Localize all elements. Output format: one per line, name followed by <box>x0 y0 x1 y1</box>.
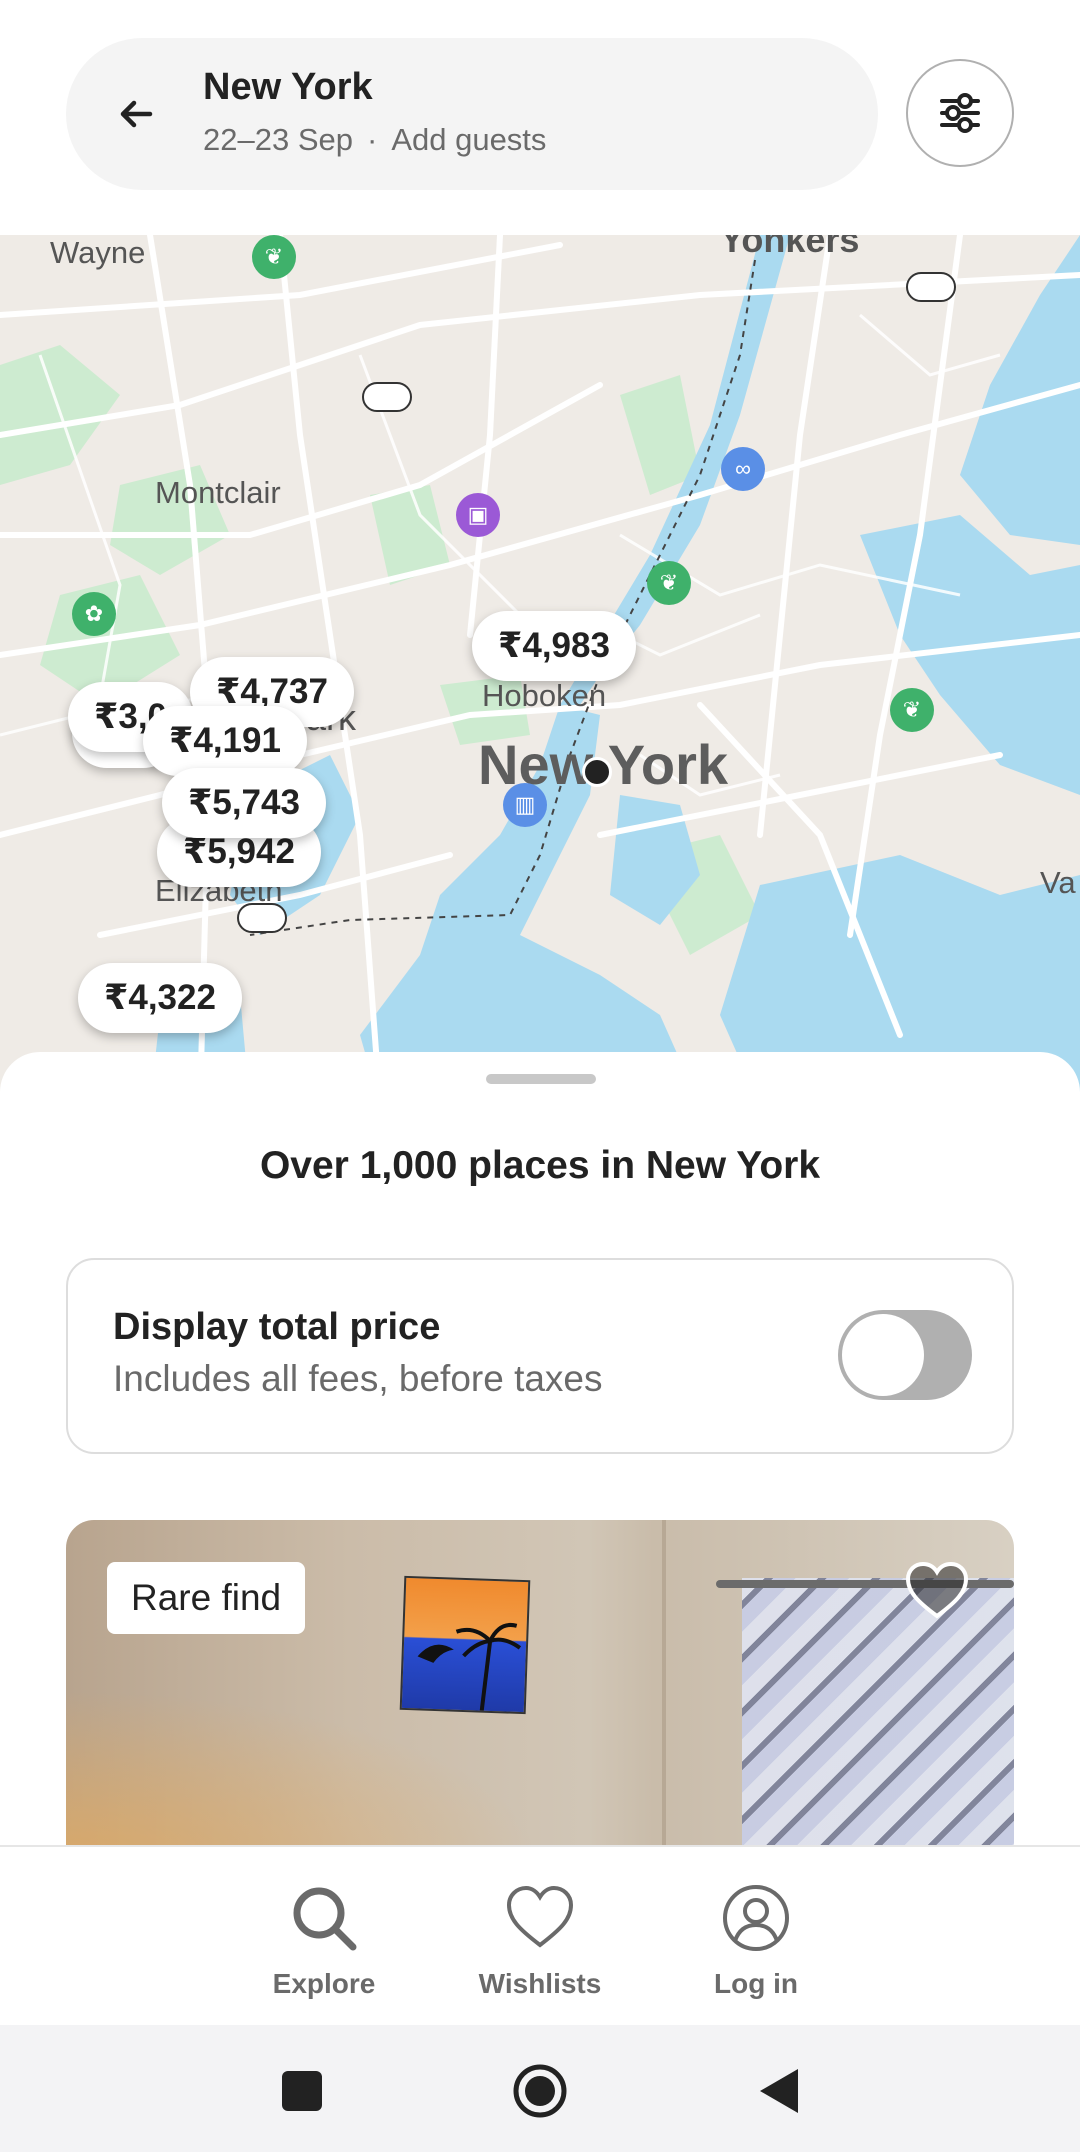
bottom-navigation: Explore Wishlists Log in <box>0 1845 1080 2025</box>
back-button[interactable] <box>110 88 162 140</box>
square-icon <box>282 2071 322 2111</box>
paw-icon[interactable]: ✿ <box>72 592 116 636</box>
rare-find-badge: Rare find <box>107 1562 306 1634</box>
park-icon[interactable]: ❦ <box>890 688 934 732</box>
map-label-hoboken: Hoboken <box>482 678 607 713</box>
map-pin[interactable] <box>362 382 412 412</box>
map-pin[interactable] <box>906 272 956 302</box>
filters-button[interactable] <box>906 59 1014 167</box>
map-label-wayne: Wayne <box>50 235 146 270</box>
price-pin[interactable]: ₹4,322 <box>78 963 242 1033</box>
total-price-title: Display total price <box>113 1306 441 1348</box>
nav-explore-label: Explore <box>272 1968 376 1999</box>
search-header: New York 22–23 Sep · Add guests <box>0 0 1080 235</box>
toggle-knob <box>842 1314 924 1396</box>
search-icon <box>293 1887 357 1951</box>
listing-card[interactable]: Rare find <box>66 1520 1014 1845</box>
park-icon[interactable]: ❦ <box>252 235 296 279</box>
recents-button[interactable] <box>274 2063 330 2119</box>
system-navigation-bar <box>0 2025 1080 2152</box>
price-pin[interactable]: ₹4,191 <box>143 706 307 776</box>
location-dot <box>582 757 612 787</box>
nav-wishlists[interactable]: Wishlists <box>450 1883 630 2000</box>
home-button[interactable] <box>512 2063 568 2119</box>
heart-icon <box>905 1561 969 1619</box>
circle-icon <box>513 2064 567 2118</box>
arrow-left-icon <box>120 100 153 128</box>
nav-login-label: Log in <box>714 1968 798 1999</box>
search-details[interactable]: 22–23 Sep · Add guests <box>203 122 546 158</box>
shopping-icon[interactable]: ▣ <box>456 493 500 537</box>
back-button[interactable] <box>750 2063 806 2119</box>
map-label-montclair: Montclair <box>155 475 281 510</box>
sheet-handle[interactable] <box>486 1074 596 1084</box>
map-pin[interactable] <box>237 903 287 933</box>
total-price-toggle[interactable] <box>838 1310 972 1400</box>
park-icon[interactable]: ❦ <box>647 561 691 605</box>
results-sheet: Over 1,000 places in New York Display to… <box>0 1052 1080 1845</box>
listing-photo-painting <box>399 1575 531 1715</box>
listing-photo-curtain <box>742 1578 1014 1845</box>
nav-login[interactable]: Log in <box>666 1883 846 2000</box>
museum-icon[interactable]: ▥ <box>503 783 547 827</box>
map-label-va: Va <box>1040 865 1076 900</box>
results-count: Over 1,000 places in New York <box>259 1144 821 1187</box>
nav-wishlists-label: Wishlists <box>478 1968 602 1999</box>
total-price-subtitle: Includes all fees, before taxes <box>113 1358 603 1399</box>
search-destination[interactable]: New York <box>203 66 373 109</box>
map-label-yonkers: Yonkers <box>720 235 860 260</box>
search-bar[interactable] <box>66 38 878 190</box>
binoculars-icon[interactable]: ∞ <box>721 447 765 491</box>
nav-explore[interactable]: Explore <box>234 1883 414 2000</box>
user-circle-icon <box>723 1885 789 1951</box>
triangle-left-icon <box>760 2069 798 2113</box>
price-pin[interactable]: ₹4,983 <box>472 611 636 681</box>
search-dates: 22–23 Sep <box>203 122 353 157</box>
separator: · <box>366 122 378 157</box>
heart-icon <box>506 1885 574 1948</box>
price-pin[interactable]: ₹5,743 <box>162 768 326 838</box>
total-price-card: Display total price Includes all fees, b… <box>66 1258 1014 1454</box>
sliders-icon <box>940 93 980 133</box>
map-view[interactable]: Wayne Yonkers Montclair Hoboken New York… <box>0 235 1080 1105</box>
search-guests: Add guests <box>391 122 547 157</box>
listing-photo-corner <box>662 1520 666 1845</box>
palm-icon <box>417 1623 522 1711</box>
wishlist-button[interactable] <box>904 1560 970 1620</box>
